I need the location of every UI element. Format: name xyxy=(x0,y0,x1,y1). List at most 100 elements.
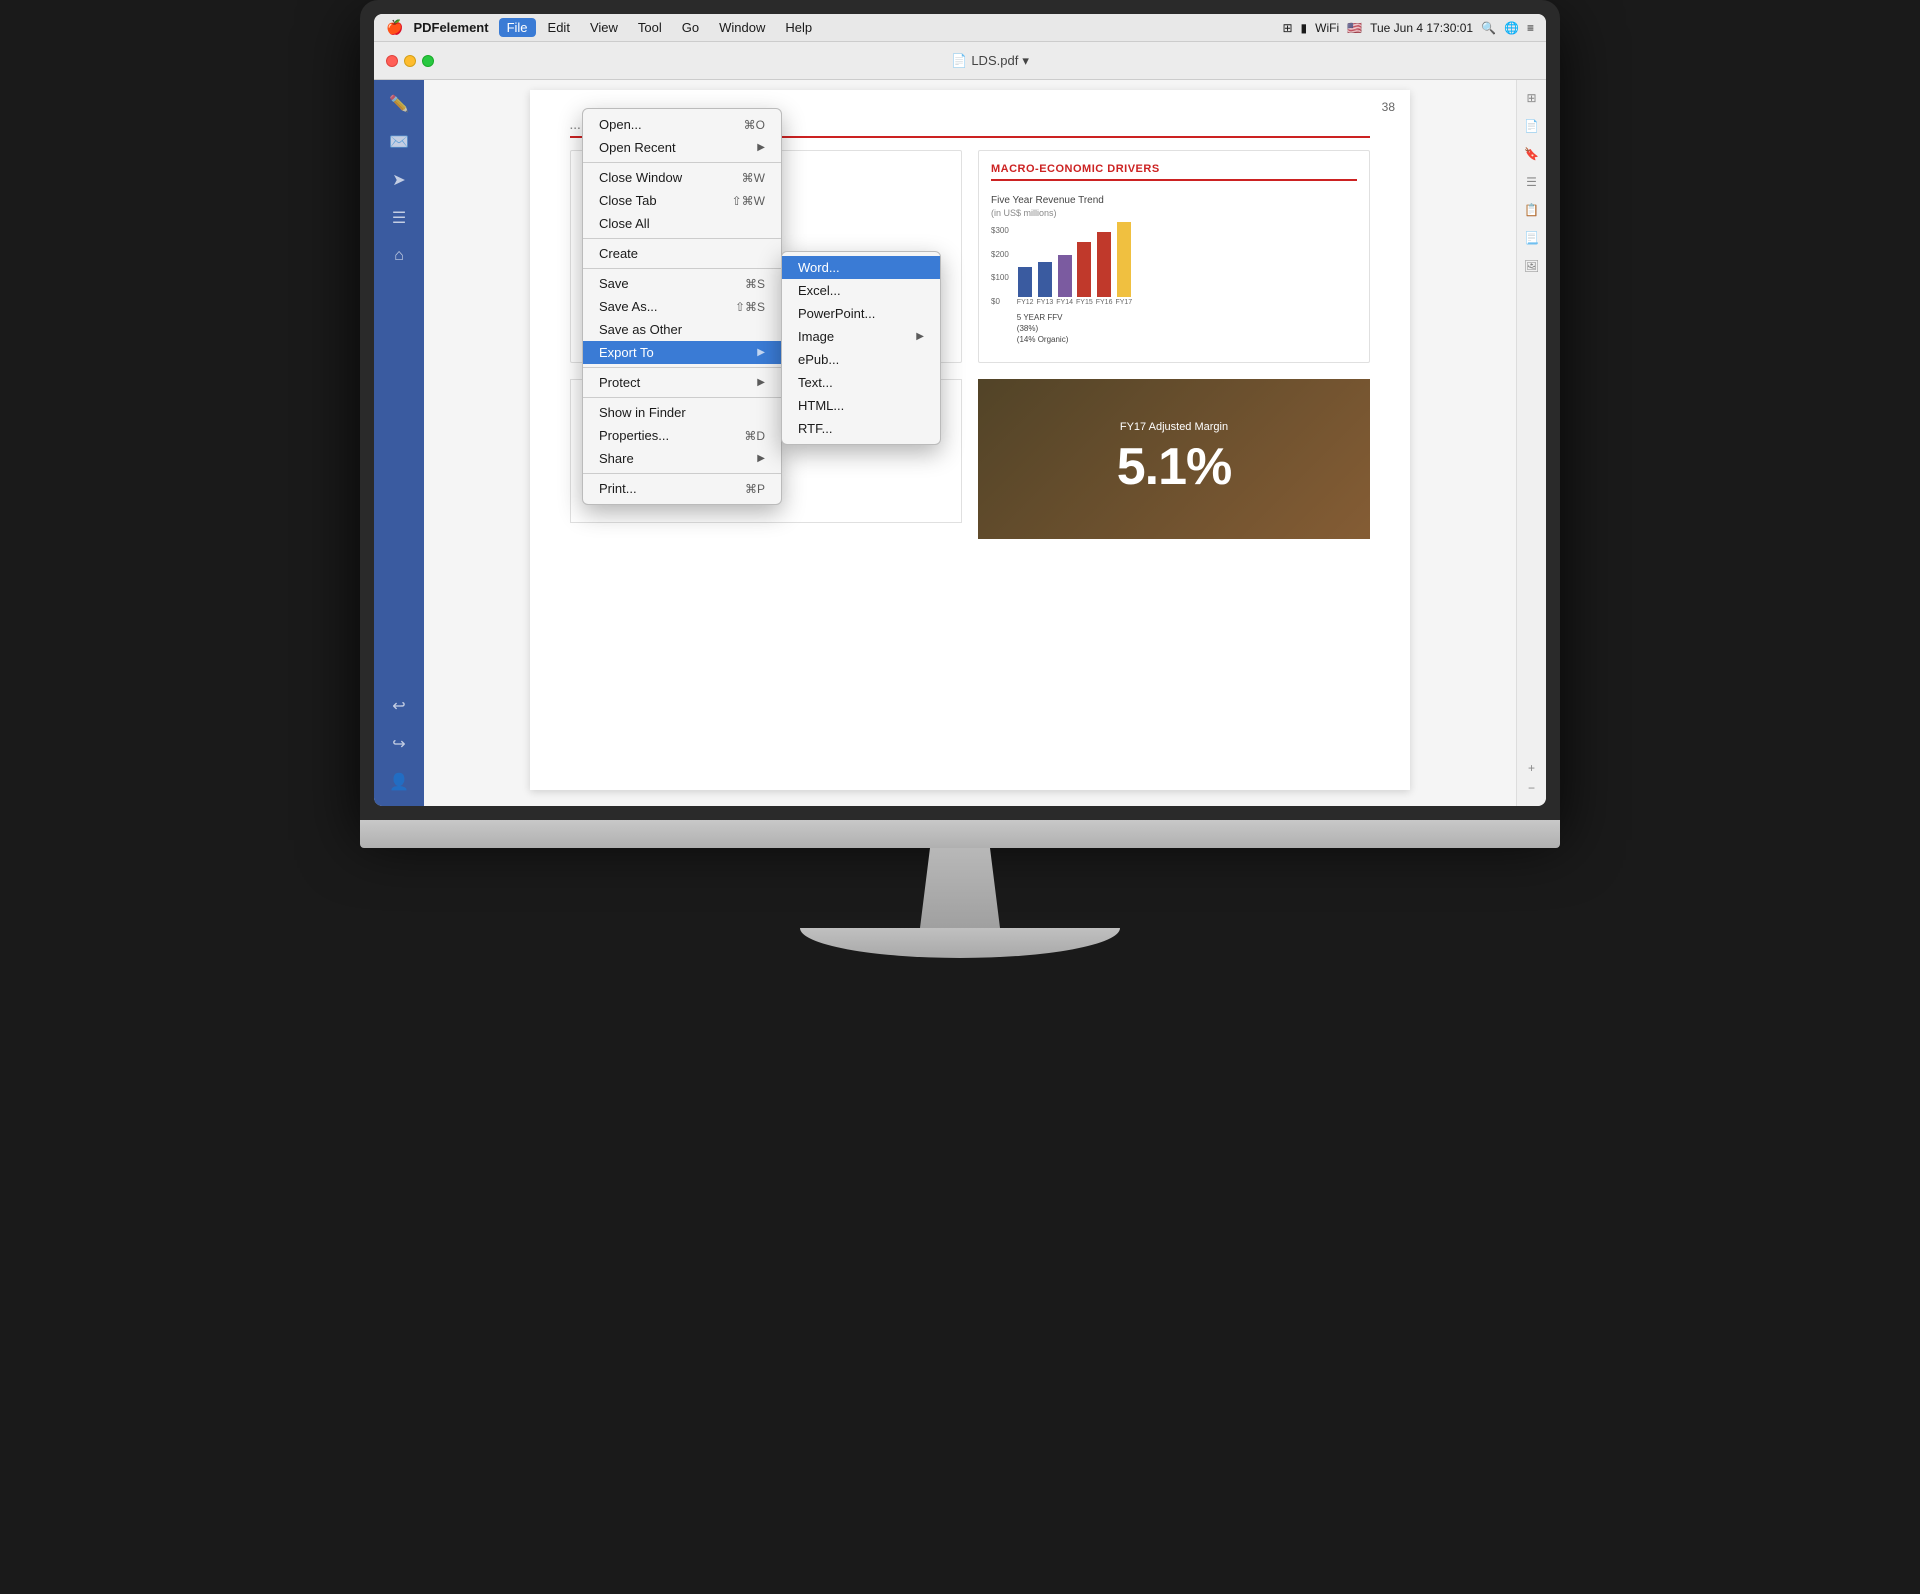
export-epub[interactable]: ePub... xyxy=(782,348,940,371)
right-add-icon[interactable]: + xyxy=(1522,758,1542,778)
screen-bezel: 🍎 PDFelement File Edit View Tool Go Wind… xyxy=(360,0,1560,820)
right-page-icon[interactable]: 📋 xyxy=(1522,200,1542,220)
apple-icon[interactable]: 🍎 xyxy=(386,19,403,36)
bar-fy17: FY17 xyxy=(1115,222,1132,306)
menu-close-tab-label: Close Tab xyxy=(599,193,657,208)
menu-close-window-label: Close Window xyxy=(599,170,682,185)
menu-save[interactable]: Save ⌘S xyxy=(583,272,781,295)
menubar-go[interactable]: Go xyxy=(674,18,707,37)
y-axis: $300 $200 $100 $0 xyxy=(991,226,1009,306)
menu-open-label: Open... xyxy=(599,117,642,132)
right-sidebar-bottom: + − xyxy=(1522,758,1542,798)
sep-4 xyxy=(583,367,781,368)
right-grid-icon[interactable]: ⊞ xyxy=(1522,88,1542,108)
menubar-file[interactable]: File xyxy=(499,18,536,37)
minimize-button[interactable] xyxy=(404,55,416,67)
export-text[interactable]: Text... xyxy=(782,371,940,394)
menu-share-label: Share xyxy=(599,451,634,466)
sidebar-pencil-icon[interactable]: ✏️ xyxy=(383,88,415,120)
export-rtf[interactable]: RTF... xyxy=(782,417,940,440)
bars-container: FY12 FY13 xyxy=(1017,226,1357,306)
right-page2-icon[interactable]: 📃 xyxy=(1522,228,1542,248)
app-name: PDFelement xyxy=(413,20,488,35)
menu-print[interactable]: Print... ⌘P xyxy=(583,477,781,500)
sep-2 xyxy=(583,238,781,239)
menubar: 🍎 PDFelement File Edit View Tool Go Wind… xyxy=(374,14,1546,42)
export-excel-label: Excel... xyxy=(798,283,841,298)
five-year-title: Five Year Revenue Trend xyxy=(991,195,1357,206)
margin-label: FY17 Adjusted Margin xyxy=(1117,421,1232,433)
export-image[interactable]: Image ▶ xyxy=(782,325,940,348)
search-icon[interactable]: 🔍 xyxy=(1481,21,1496,35)
menu-save-other[interactable]: Save as Other xyxy=(583,318,781,341)
share-arrow: ▶ xyxy=(757,453,765,464)
export-word[interactable]: Word... xyxy=(782,256,940,279)
menubar-window[interactable]: Window xyxy=(711,18,773,37)
flag-icon: 🇺🇸 xyxy=(1347,21,1362,35)
margin-section: FY17 Adjusted Margin 5.1% xyxy=(978,379,1370,539)
menu-export-to[interactable]: Export To ▶ Word... E xyxy=(583,341,781,364)
menu-icon[interactable]: ≡ xyxy=(1527,21,1534,35)
titlebar: 📄 LDS.pdf ▾ xyxy=(374,42,1546,80)
menu-open-recent[interactable]: Open Recent ▶ xyxy=(583,136,781,159)
export-html[interactable]: HTML... xyxy=(782,394,940,417)
bar-fy14: FY14 xyxy=(1056,255,1073,306)
page-number: 38 xyxy=(1382,100,1395,114)
close-button[interactable] xyxy=(386,55,398,67)
right-minus-icon[interactable]: − xyxy=(1522,778,1542,798)
export-excel[interactable]: Excel... xyxy=(782,279,940,302)
export-rtf-label: RTF... xyxy=(798,421,832,436)
menu-open-shortcut: ⌘O xyxy=(744,118,765,132)
menu-show-finder-label: Show in Finder xyxy=(599,405,686,420)
file-dropdown-menu: Open... ⌘O Open Recent ▶ xyxy=(582,108,782,505)
sidebar-layers-icon[interactable]: ☰ xyxy=(383,202,415,234)
sidebar-share-icon[interactable]: ➤ xyxy=(383,164,415,196)
datetime: Tue Jun 4 17:30:01 xyxy=(1370,21,1473,35)
menu-open[interactable]: Open... ⌘O xyxy=(583,113,781,136)
right-menu-icon[interactable]: ☰ xyxy=(1522,172,1542,192)
sidebar-mail-icon[interactable]: ✉️ xyxy=(383,126,415,158)
export-html-label: HTML... xyxy=(798,398,844,413)
menu-close-all[interactable]: Close All xyxy=(583,212,781,235)
menu-close-window[interactable]: Close Window ⌘W xyxy=(583,166,781,189)
right-doc-icon[interactable]: 📄 xyxy=(1522,116,1542,136)
maximize-button[interactable] xyxy=(422,55,434,67)
menu-close-window-shortcut: ⌘W xyxy=(742,171,765,185)
menu-show-finder[interactable]: Show in Finder xyxy=(583,401,781,424)
battery-icon: ▮ xyxy=(1301,21,1308,35)
sidebar-home-icon[interactable]: ⌂ xyxy=(383,240,415,272)
menu-print-label: Print... xyxy=(599,481,637,496)
sidebar-redo-icon[interactable]: ↪ xyxy=(383,728,415,760)
open-recent-arrow: ▶ xyxy=(757,142,765,153)
menu-properties-shortcut: ⌘D xyxy=(744,429,765,443)
left-sidebar: ✏️ ✉️ ➤ ☰ ⌂ ↩ ↪ 👤 xyxy=(374,80,424,806)
menu-share[interactable]: Share ▶ xyxy=(583,447,781,470)
sidebar-undo-icon[interactable]: ↩ xyxy=(383,690,415,722)
filename: LDS.pdf xyxy=(971,53,1018,68)
menu-protect[interactable]: Protect ▶ xyxy=(583,371,781,394)
right-sidebar: ⊞ 📄 🔖 ☰ 📋 📃 🖼 + − xyxy=(1516,80,1546,806)
five-year-subtitle: (in US$ millions) xyxy=(991,208,1357,218)
margin-content: FY17 Adjusted Margin 5.1% xyxy=(1117,421,1232,497)
right-image-icon[interactable]: 🖼 xyxy=(1522,256,1542,276)
menu-save-as[interactable]: Save As... ⇧⌘S xyxy=(583,295,781,318)
bar-fy15: FY15 xyxy=(1076,242,1093,306)
menu-container: Open... ⌘O Open Recent ▶ xyxy=(582,108,782,505)
sidebar-user-icon[interactable]: 👤 xyxy=(383,766,415,798)
export-powerpoint[interactable]: PowerPoint... xyxy=(782,302,940,325)
export-epub-label: ePub... xyxy=(798,352,839,367)
globe-icon[interactable]: 🌐 xyxy=(1504,21,1519,35)
menubar-view[interactable]: View xyxy=(582,18,626,37)
bar-chart-bars: FY12 FY13 xyxy=(1017,226,1357,346)
menu-create[interactable]: Create xyxy=(583,242,781,265)
bar-fy16: FY16 xyxy=(1096,232,1113,306)
menu-close-tab[interactable]: Close Tab ⇧⌘W xyxy=(583,189,781,212)
menu-protect-label: Protect xyxy=(599,375,640,390)
menubar-edit[interactable]: Edit xyxy=(540,18,578,37)
dropdown-arrow[interactable]: ▾ xyxy=(1022,53,1029,69)
menu-print-shortcut: ⌘P xyxy=(745,482,765,496)
menubar-tool[interactable]: Tool xyxy=(630,18,670,37)
menubar-help[interactable]: Help xyxy=(777,18,820,37)
right-bookmark-icon[interactable]: 🔖 xyxy=(1522,144,1542,164)
menu-properties[interactable]: Properties... ⌘D xyxy=(583,424,781,447)
